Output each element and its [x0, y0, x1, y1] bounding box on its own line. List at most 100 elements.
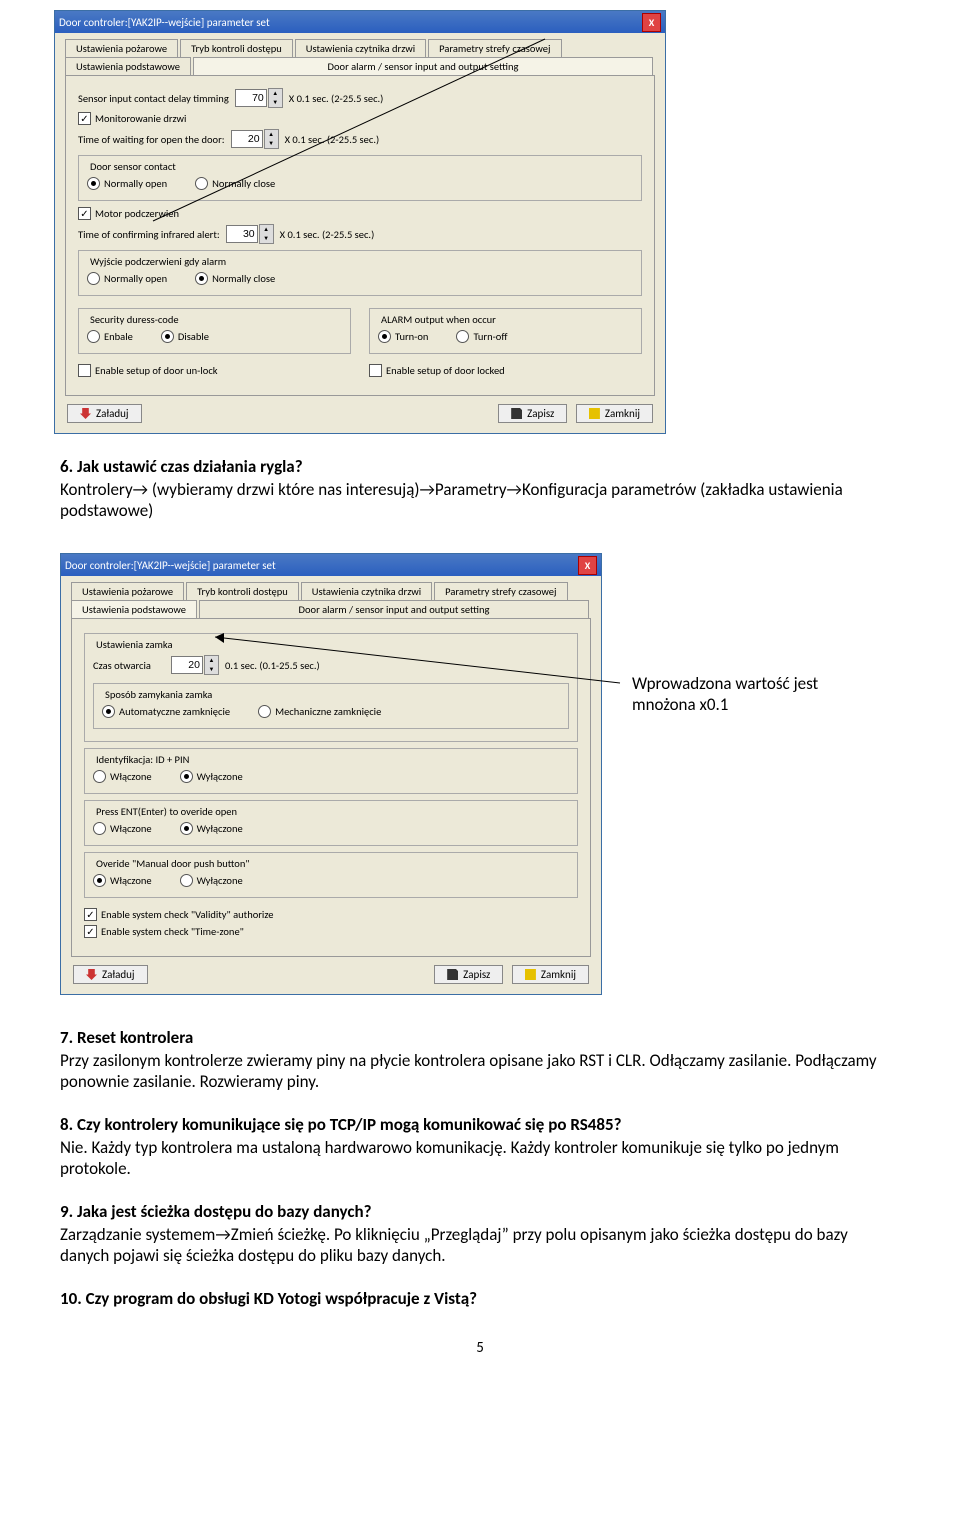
radio-on-1[interactable]: Włączone	[93, 770, 152, 783]
radio-auto[interactable]: Automatyczne zamknięcie	[102, 705, 230, 718]
window-title-2: Door controler:[YAK2IP--wejście] paramet…	[65, 559, 276, 572]
question-10: 10. Czy program do obsługi KD Yotogi wsp…	[60, 1288, 900, 1309]
radio-no2[interactable]: Normally open	[87, 272, 167, 285]
legend-manual: Overide "Manual door push button"	[93, 857, 253, 870]
save-button-2[interactable]: Zapisz	[434, 965, 503, 984]
save-icon	[447, 969, 458, 980]
label-wait-after: X 0.1 sec. (2-25.5 sec.)	[285, 133, 380, 146]
titlebar-2: Door controler:[YAK2IP--wejście] paramet…	[61, 554, 601, 576]
legend-lock: Ustawienia zamka	[93, 638, 176, 651]
radio-normally-close[interactable]: Normally close	[195, 177, 275, 190]
legend-alarm-out: ALARM output when occur	[378, 313, 499, 326]
radio-off-3[interactable]: Wyłączone	[180, 874, 243, 887]
tab2-reader[interactable]: Ustawienia czytnika drzwi	[301, 582, 432, 600]
tab2-access[interactable]: Tryb kontroli dostępu	[186, 582, 299, 600]
answer-8: Nie. Każdy typ kontrolera ma ustaloną ha…	[60, 1137, 900, 1179]
load-button-2[interactable]: Załaduj	[73, 965, 148, 984]
legend-pirout: Wyjście podczerwieni gdy alarm	[87, 255, 229, 268]
tab-timezone[interactable]: Parametry strefy czasowej	[428, 39, 561, 57]
close-button[interactable]: Zamknij	[576, 404, 653, 423]
screenshot-door-alarm: Door controler:[YAK2IP--wejście] paramet…	[54, 10, 666, 434]
save-icon	[511, 408, 522, 419]
tab2-fire[interactable]: Ustawienia pożarowe	[71, 582, 184, 600]
label-open-after: 0.1 sec. (0.1-25.5 sec.)	[225, 659, 320, 672]
panel-basic: Ustawienia zamka Czas otwarcia ▲▼ 0.1 se…	[71, 618, 591, 957]
legend-doorsensor: Door sensor contact	[87, 160, 179, 173]
close-button-2[interactable]: Zamknij	[512, 965, 589, 984]
fieldset-security: Security duress-code Enbale Disable	[78, 308, 351, 354]
save-button[interactable]: Zapisz	[498, 404, 567, 423]
check-timezone[interactable]: Enable system check "Time-zone"	[84, 925, 244, 938]
input-sensor-delay[interactable]	[235, 89, 267, 107]
close-icon-2[interactable]: X	[578, 556, 597, 575]
tab-fire[interactable]: Ustawienia pożarowe	[65, 39, 178, 57]
tab-alarm[interactable]: Door alarm / sensor input and output set…	[193, 57, 653, 75]
radio-disable[interactable]: Disable	[161, 330, 209, 343]
legend-idpin: Identyfikacja: ID + PIN	[93, 753, 192, 766]
radio-nc2[interactable]: Normally close	[195, 272, 275, 285]
question-7: 7. Reset kontrolera Przy zasilonym kontr…	[60, 1027, 900, 1092]
panel-alarm: Sensor input contact delay timming ▲▼ X …	[65, 75, 655, 396]
download-icon	[80, 408, 91, 419]
check-locked[interactable]: Enable setup of door locked	[369, 364, 505, 377]
tab2-timezone[interactable]: Parametry strefy czasowej	[434, 582, 567, 600]
fieldset-lock: Ustawienia zamka Czas otwarcia ▲▼ 0.1 se…	[84, 633, 578, 742]
button-bar: Załaduj Zapisz Zamknij	[67, 404, 653, 423]
input-wait[interactable]	[231, 130, 263, 148]
input-open-time[interactable]	[171, 656, 203, 674]
question-6: 6. Jak ustawić czas działania rygla? Kon…	[60, 456, 900, 521]
close-icon	[525, 969, 536, 980]
radio-turnon[interactable]: Turn-on	[378, 330, 428, 343]
check-validity[interactable]: Enable system check "Validity" authorize	[84, 908, 273, 921]
spinner[interactable]: ▲▼	[204, 655, 219, 675]
tabs: Ustawienia pożarowe Tryb kontroli dostęp…	[65, 39, 655, 75]
radio-turnoff[interactable]: Turn-off	[456, 330, 507, 343]
label-open-time: Czas otwarcia	[93, 659, 151, 672]
button-bar-2: Załaduj Zapisz Zamknij	[73, 965, 589, 984]
fieldset-manual: Overide "Manual door push button" Włączo…	[84, 852, 578, 898]
legend-ent: Press ENT(Enter) to overide open	[93, 805, 240, 818]
check-unlock[interactable]: Enable setup of door un-lock	[78, 364, 218, 377]
question-9: 9. Jaka jest ścieżka dostępu do bazy dan…	[60, 1201, 900, 1266]
page-number: 5	[60, 1339, 900, 1357]
tab-access[interactable]: Tryb kontroli dostępu	[180, 39, 293, 57]
radio-normally-open[interactable]: Normally open	[87, 177, 167, 190]
radio-off-1[interactable]: Wyłączone	[180, 770, 243, 783]
titlebar: Door controler:[YAK2IP--wejście] paramet…	[55, 11, 665, 33]
legend-close: Sposób zamykania zamka	[102, 688, 215, 701]
download-icon	[86, 969, 97, 980]
answer-9: Zarządzanie systemem→Zmień ścieżkę. Po k…	[60, 1224, 900, 1266]
input-confirm[interactable]	[226, 225, 258, 243]
tab-basic[interactable]: Ustawienia podstawowe	[65, 57, 191, 75]
label-sensor-delay: Sensor input contact delay timming	[78, 92, 229, 105]
radio-mech[interactable]: Mechaniczne zamknięcie	[258, 705, 381, 718]
close-icon[interactable]: X	[642, 13, 661, 32]
tabs-2: Ustawienia pożarowe Tryb kontroli dostęp…	[71, 582, 591, 618]
radio-on-3[interactable]: Włączone	[93, 874, 152, 887]
load-button[interactable]: Załaduj	[67, 404, 142, 423]
spinner[interactable]: ▲▼	[259, 224, 274, 244]
annotation-note: Wprowadzona wartość jest mnożona x0.1	[632, 673, 852, 715]
question-8: 8. Czy kontrolery komunikujące się po TC…	[60, 1114, 900, 1179]
fieldset-close-mode: Sposób zamykania zamka Automatyczne zamk…	[93, 683, 569, 729]
tab2-alarm[interactable]: Door alarm / sensor input and output set…	[199, 600, 589, 618]
label-confirm: Time of confirming infrared alert:	[78, 228, 220, 241]
check-monitor[interactable]: Monitorowanie drzwi	[78, 112, 186, 125]
answer-6: Kontrolery→ (wybieramy drzwi które nas i…	[60, 479, 900, 521]
label-wait: Time of waiting for open the door:	[78, 133, 225, 146]
radio-on-2[interactable]: Włączone	[93, 822, 152, 835]
check-pir[interactable]: Motor podczerwien	[78, 207, 179, 220]
fieldset-ent: Press ENT(Enter) to overide open Włączon…	[84, 800, 578, 846]
spinner[interactable]: ▲▼	[264, 129, 279, 149]
window-title: Door controler:[YAK2IP--wejście] paramet…	[59, 16, 270, 29]
spinner[interactable]: ▲▼	[268, 88, 283, 108]
close-icon	[589, 408, 600, 419]
tab2-basic[interactable]: Ustawienia podstawowe	[71, 600, 197, 618]
radio-off-2[interactable]: Wyłączone	[180, 822, 243, 835]
fieldset-idpin: Identyfikacja: ID + PIN Włączone Wyłączo…	[84, 748, 578, 794]
answer-7: Przy zasilonym kontrolerze zwieramy piny…	[60, 1050, 900, 1092]
fieldset-alarm-out: ALARM output when occur Turn-on Turn-off	[369, 308, 642, 354]
radio-enable[interactable]: Enbale	[87, 330, 133, 343]
fieldset-doorsensor: Door sensor contact Normally open Normal…	[78, 155, 642, 201]
tab-reader[interactable]: Ustawienia czytnika drzwi	[295, 39, 426, 57]
